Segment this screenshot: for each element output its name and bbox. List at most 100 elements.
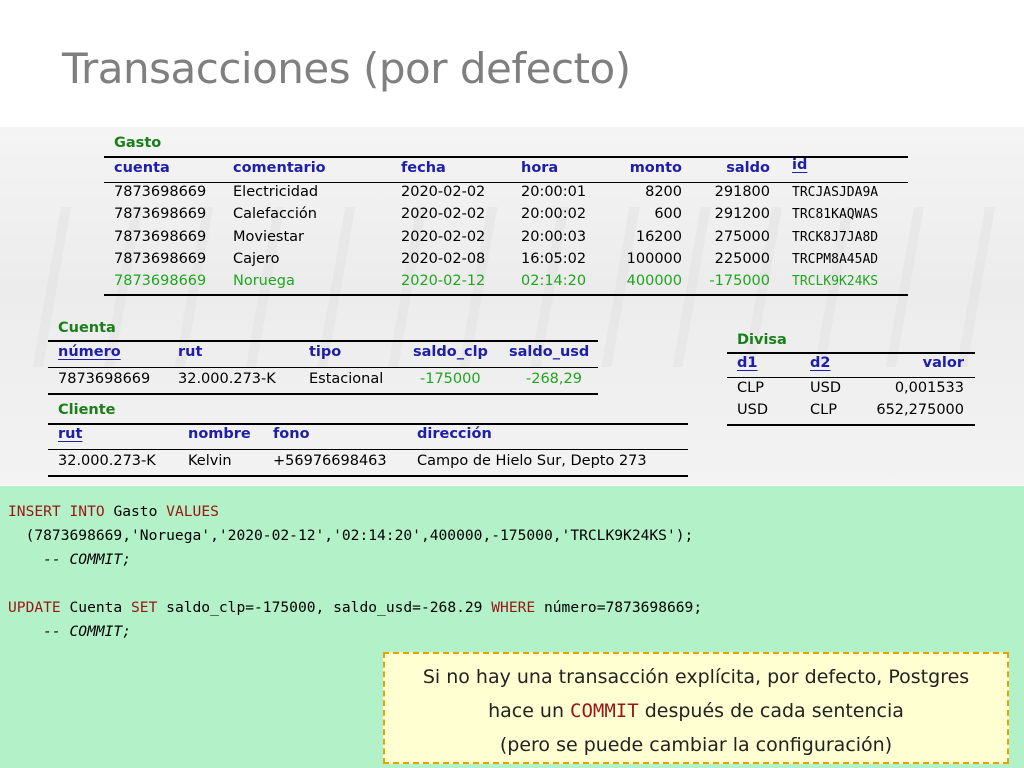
gasto-cell-hora: 20:00:03 <box>521 228 587 245</box>
cuenta-header-saldo-clp: saldo_clp <box>413 344 488 360</box>
note-line-2-post: después de cada sentencia <box>638 700 904 722</box>
divisa-r1-d2: USD <box>810 380 841 396</box>
cuenta-header-rut: rut <box>178 344 203 360</box>
gasto-cell-comentario: Noruega <box>233 273 295 290</box>
sql-commit-comment-2: -- COMMIT; <box>8 623 132 640</box>
gasto-cell-monto: 600 <box>654 206 682 223</box>
cliente-bottom-rule <box>48 475 688 477</box>
gasto-cell-saldo: 291200 <box>714 206 770 223</box>
gasto-cell-fecha: 2020-02-08 <box>401 250 486 267</box>
gasto-top-rule <box>104 156 908 158</box>
cliente-cell-fono: +56976698463 <box>273 453 387 469</box>
gasto-header-id: id <box>792 157 808 173</box>
note-commit-keyword: COMMIT <box>570 700 639 722</box>
gasto-cell-monto: 400000 <box>626 273 682 290</box>
gasto-cell-id: TRCK8J7JA8D <box>792 229 879 245</box>
gasto-cell-fecha: 2020-02-02 <box>401 206 486 223</box>
sql-where-keyword: WHERE <box>491 599 536 616</box>
divisa-r1-d1: CLP <box>737 380 764 396</box>
gasto-cell-id: TRC81KAQWAS <box>792 207 879 223</box>
sql-update-keyword: UPDATE <box>8 599 61 616</box>
cuenta-header-tipo: tipo <box>309 344 342 360</box>
gasto-cell-hora: 20:00:02 <box>521 206 587 223</box>
divisa-mid-rule <box>727 377 975 378</box>
divisa-r2-d2: CLP <box>810 402 837 418</box>
gasto-cell-hora: 20:00:01 <box>521 184 587 200</box>
sql-set-clause: saldo_clp=-175000, saldo_usd=-268.29 <box>157 599 492 616</box>
gasto-cell-monto: 16200 <box>635 228 682 245</box>
background-image <box>0 127 1024 485</box>
note-line-3: (pero se puede cambiar la configuración) <box>499 734 893 756</box>
divisa-r2-valor: 652,275000 <box>876 402 964 418</box>
gasto-header-fecha: fecha <box>401 160 446 176</box>
cliente-cell-nombre: Kelvin <box>188 453 232 469</box>
gasto-cell-cuenta: 7873698669 <box>114 228 207 245</box>
gasto-cell-monto: 100000 <box>626 250 682 267</box>
cuenta-cell-saldo-clp: -175000 <box>420 371 481 387</box>
note-line-2: hace un COMMIT después de cada sentencia <box>385 694 1007 728</box>
slide-title: Transacciones (por defecto) <box>62 44 631 93</box>
gasto-cell-comentario: Calefacción <box>233 206 317 223</box>
cliente-caption: Cliente <box>58 402 116 418</box>
gasto-cell-saldo: 225000 <box>714 250 770 267</box>
cliente-header-direccion: dirección <box>417 426 492 442</box>
gasto-cell-id: TRCPM8A45AD <box>792 251 879 267</box>
sql-insert-values: (7873698669,'Noruega','2020-02-12','02:1… <box>8 527 694 544</box>
sql-where-clause: número=7873698669; <box>535 599 703 616</box>
cliente-mid-rule <box>48 449 688 450</box>
gasto-cell-saldo: 291800 <box>714 184 770 200</box>
cuenta-cell-rut: 32.000.273-K <box>178 371 276 387</box>
gasto-cell-hora: 16:05:02 <box>521 250 587 267</box>
divisa-header-d1: d1 <box>737 355 758 371</box>
divisa-header-valor: valor <box>922 355 964 371</box>
sql-values-keyword: VALUES <box>166 503 219 520</box>
gasto-cell-saldo: 275000 <box>714 228 770 245</box>
cliente-cell-rut: 32.000.273-K <box>58 453 156 469</box>
gasto-header-monto: monto <box>629 160 682 176</box>
sql-commit-comment-1: -- COMMIT; <box>8 551 132 568</box>
sql-insert-table: Gasto <box>104 503 167 520</box>
cuenta-cell-saldo-usd: -268,29 <box>526 371 582 387</box>
cliente-header-fono: fono <box>273 426 310 442</box>
gasto-cell-cuenta: 7873698669 <box>114 184 207 200</box>
gasto-cell-cuenta: 7873698669 <box>114 206 207 223</box>
cuenta-top-rule <box>48 340 598 342</box>
divisa-header-d2: d2 <box>810 355 831 371</box>
sql-set-keyword: SET <box>131 599 158 616</box>
gasto-cell-hora: 02:14:20 <box>521 273 587 290</box>
gasto-mid-rule <box>104 182 908 183</box>
gasto-cell-cuenta: 7873698669 <box>114 250 207 267</box>
divisa-caption: Divisa <box>737 332 787 348</box>
cuenta-cell-numero: 7873698669 <box>58 371 151 387</box>
cuenta-cell-tipo: Estacional <box>309 371 384 387</box>
note-line-1: Si no hay una transacción explícita, por… <box>422 666 970 688</box>
gasto-bottom-rule <box>104 294 908 296</box>
gasto-caption: Gasto <box>114 135 162 151</box>
gasto-cell-cuenta: 7873698669 <box>114 273 207 290</box>
divisa-bottom-rule <box>727 424 975 426</box>
cuenta-mid-rule <box>48 367 598 368</box>
divisa-r2-d1: USD <box>737 402 768 418</box>
gasto-cell-comentario: Electricidad <box>233 184 319 200</box>
sql-code: INSERT INTO Gasto VALUES (7873698669,'No… <box>8 500 702 644</box>
cuenta-header-saldo-usd: saldo_usd <box>509 344 590 360</box>
cuenta-bottom-rule <box>48 393 598 395</box>
gasto-header-cuenta: cuenta <box>114 160 170 176</box>
gasto-cell-comentario: Cajero <box>233 250 280 267</box>
gasto-cell-id: TRCLK9K24KS <box>792 274 879 290</box>
cliente-header-nombre: nombre <box>188 426 251 442</box>
sql-insert-keyword: INSERT INTO <box>8 503 105 520</box>
gasto-cell-fecha: 2020-02-12 <box>401 273 486 290</box>
cliente-top-rule <box>48 423 688 425</box>
cuenta-header-numero: número <box>58 344 121 360</box>
note-line-2-pre: hace un <box>488 700 571 722</box>
gasto-cell-fecha: 2020-02-02 <box>401 184 486 200</box>
gasto-header-saldo: saldo <box>726 160 770 176</box>
cliente-header-rut: rut <box>58 426 83 442</box>
cuenta-caption: Cuenta <box>58 320 116 336</box>
sql-update-table: Cuenta <box>60 599 132 616</box>
divisa-r1-valor: 0,001533 <box>894 380 964 396</box>
gasto-cell-monto: 8200 <box>645 184 682 200</box>
gasto-cell-fecha: 2020-02-02 <box>401 228 486 245</box>
note-box: Si no hay una transacción explícita, por… <box>383 652 1009 764</box>
